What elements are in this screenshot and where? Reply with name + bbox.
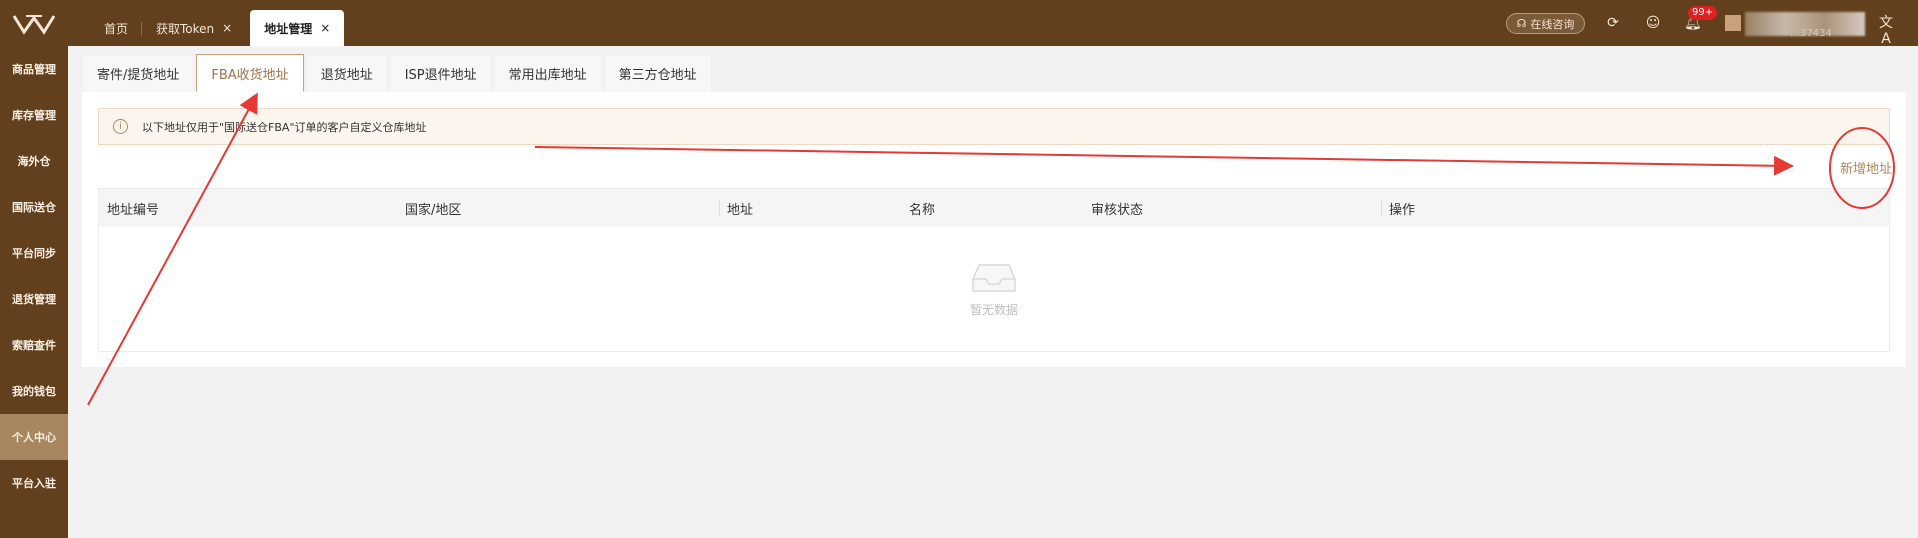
refresh-icon[interactable]: ⟳ [1605, 15, 1621, 31]
sidebar-item-products[interactable]: 商品管理 [0, 46, 68, 92]
column-header: 审核状态 [1083, 189, 1381, 227]
tab-common-outbound-address[interactable]: 常用出库地址 [493, 54, 602, 92]
add-address-button[interactable]: 新增地址 [1840, 158, 1892, 177]
top-bar: 首页 获取Token × 地址管理 × ☊ 在线咨询 ⟳ ☺ 🔔︎ 99+ …3… [0, 0, 1918, 47]
empty-inbox-icon [972, 263, 1016, 292]
avatar[interactable] [1725, 15, 1741, 31]
column-header: 国家/地区 [397, 189, 719, 227]
address-type-tabs: 寄件/提货地址 FBA收货地址 退货地址 ISP退件地址 常用出库地址 第三方仓… [82, 54, 1906, 92]
table-header: 地址编号 国家/地区 地址 名称 审核状态 操作 [99, 189, 1889, 227]
main-content: 寄件/提货地址 FBA收货地址 退货地址 ISP退件地址 常用出库地址 第三方仓… [82, 54, 1906, 367]
page-tabs: 首页 获取Token × 地址管理 × [90, 0, 345, 46]
sidebar-item-overseas-warehouse[interactable]: 海外仓 [0, 138, 68, 184]
close-icon[interactable]: × [222, 21, 232, 35]
column-header-label: 操作 [1389, 202, 1416, 218]
tab-isp-return-address[interactable]: ISP退件地址 [389, 54, 492, 92]
tab-home[interactable]: 首页 [90, 10, 143, 46]
sidebar-item-inventory[interactable]: 库存管理 [0, 92, 68, 138]
notice-text: 以下地址仅用于"国际送仓FBA"订单的客户自定义仓库地址 [142, 120, 427, 134]
tab-get-token[interactable]: 获取Token × [142, 10, 246, 46]
tab-fba-address[interactable]: FBA收货地址 [196, 54, 304, 92]
empty-state-text: 暂无数据 [969, 302, 1018, 317]
sidebar-item-claims[interactable]: 索赔查件 [0, 322, 68, 368]
info-notice: i 以下地址仅用于"国际送仓FBA"订单的客户自定义仓库地址 [98, 108, 1890, 145]
tab-label: 首页 [104, 21, 129, 36]
user-id: …37434 [1790, 28, 1832, 39]
tab-label: 获取Token [156, 21, 215, 36]
column-header-label: 地址编号 [107, 202, 160, 218]
sidebar-item-platform-onboarding[interactable]: 平台入驻 [0, 460, 68, 506]
empty-state: 暂无数据 [99, 227, 1889, 351]
headset-icon: ☊ [1516, 17, 1527, 30]
column-header: 操作 [1381, 189, 1889, 227]
column-header: 地址编号 [99, 189, 397, 227]
brand-logo-icon[interactable] [12, 13, 56, 35]
column-divider [1381, 200, 1382, 216]
column-header-label: 地址 [727, 202, 754, 218]
column-divider [719, 200, 720, 216]
smile-icon[interactable]: ☺ [1645, 15, 1661, 31]
translate-icon[interactable]: 文A [1878, 15, 1894, 47]
tab-return-address[interactable]: 退货地址 [305, 54, 388, 92]
notification-badge: 99+ [1688, 6, 1718, 20]
address-table: 地址编号 国家/地区 地址 名称 审核状态 操作 暂无数据 [98, 188, 1890, 352]
tab-label: 地址管理 [264, 21, 313, 36]
sidebar-item-platform-sync[interactable]: 平台同步 [0, 230, 68, 276]
column-header: 名称 [901, 189, 1083, 227]
sidebar-item-returns[interactable]: 退货管理 [0, 276, 68, 322]
online-consult-button[interactable]: ☊ 在线咨询 [1506, 13, 1585, 34]
sidebar: 商品管理 库存管理 海外仓 国际送仓 平台同步 退货管理 索赔查件 我的钱包 个… [0, 46, 68, 538]
column-header: 地址 [719, 189, 901, 227]
info-icon: i [113, 119, 128, 134]
column-header-label: 审核状态 [1091, 202, 1144, 218]
column-header-label: 名称 [909, 202, 936, 218]
sidebar-item-wallet[interactable]: 我的钱包 [0, 368, 68, 414]
column-header-label: 国家/地区 [405, 202, 462, 218]
sidebar-item-international-delivery[interactable]: 国际送仓 [0, 184, 68, 230]
online-consult-label: 在线咨询 [1530, 17, 1575, 31]
tab-third-party-warehouse-address[interactable]: 第三方仓地址 [603, 54, 712, 92]
tab-pickup-address[interactable]: 寄件/提货地址 [82, 54, 195, 92]
sidebar-item-personal-center[interactable]: 个人中心 [0, 414, 68, 460]
close-icon[interactable]: × [320, 21, 330, 35]
tab-address-management[interactable]: 地址管理 × [250, 10, 345, 46]
